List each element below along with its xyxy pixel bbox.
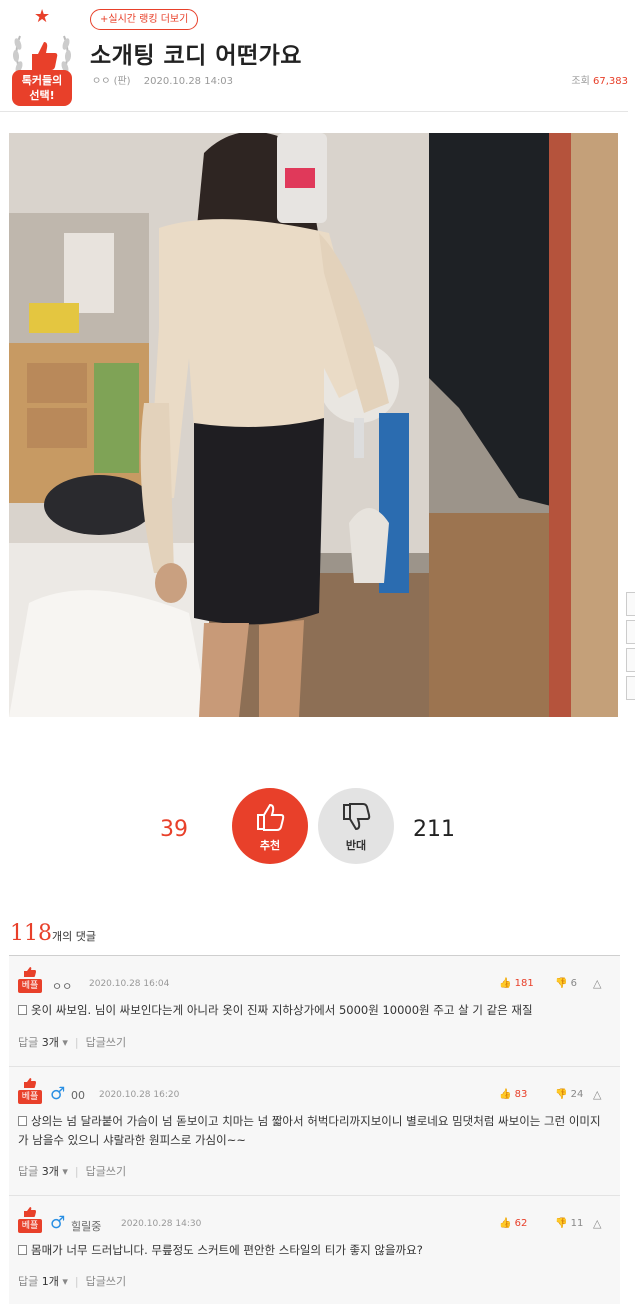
comment-item: 베플 ㅇㅇ 2020.10.28 16:04 👍 181 👎 6 △ 옷이 싸보…	[9, 956, 620, 1067]
best-tag: 베플	[18, 1090, 42, 1104]
comment-upvote[interactable]: 👍 181	[499, 978, 534, 989]
write-reply-link[interactable]: 답글쓰기	[86, 1036, 126, 1049]
comment-downvote[interactable]: 👎 6	[555, 978, 577, 989]
toker-choice-badge: ★ 톡커들의 선택!	[6, 8, 78, 108]
write-reply-link[interactable]: 답글쓰기	[86, 1165, 126, 1178]
post-author[interactable]: ㅇㅇ (판)	[92, 76, 131, 87]
side-button[interactable]	[626, 648, 635, 672]
reply-toggle[interactable]: 답글 3개 ▾	[18, 1036, 68, 1049]
comment-item: 베플 ♂ 00 2020.10.28 16:20 👍 83 👎 24 △ 상의는…	[9, 1067, 620, 1196]
vote-up-label: 추천	[259, 839, 281, 852]
vote-up-count: 39	[160, 817, 188, 842]
comment-footer: 답글 3개 ▾ | 답글쓰기	[18, 1034, 126, 1050]
vote-down-button[interactable]: 반대	[318, 788, 394, 864]
comment-upvote[interactable]: 👍 62	[499, 1218, 527, 1229]
side-button[interactable]	[626, 592, 635, 616]
comment-body: 몸매가 너무 드러납니다. 무릎정도 스커트에 편안한 스타일의 티가 좋지 않…	[31, 1243, 423, 1257]
side-scroll-widget[interactable]	[626, 592, 635, 732]
comment-downvote[interactable]: 👎 11	[555, 1218, 583, 1229]
comment-downvote-count: 6	[570, 978, 578, 989]
comment-upvote[interactable]: 👍 83	[499, 1089, 527, 1100]
vote-section: 39 추천 반대 211	[0, 785, 635, 875]
comment-text: 몸매가 너무 드러납니다. 무릎정도 스커트에 편안한 스타일의 티가 좋지 않…	[18, 1241, 603, 1260]
comment-item: 베플 ♂ 힐릴중 2020.10.28 14:30 👍 62 👎 11 △ 몸매…	[9, 1196, 620, 1304]
mirror-selfie-image	[9, 133, 618, 717]
comment-text: 상의는 넘 달라붙어 가슴이 넘 돋보이고 치마는 넘 짧아서 허벅다리까지보이…	[18, 1112, 603, 1150]
badge-label-line2: 선택!	[29, 89, 55, 102]
thumbs-up-icon	[24, 1078, 36, 1088]
views-number: 67,383	[593, 76, 628, 87]
chevron-down-icon: ▾	[62, 1036, 68, 1049]
side-button[interactable]	[626, 676, 635, 700]
best-comment-badge: 베플	[18, 1206, 42, 1234]
male-icon: ♂	[50, 1213, 66, 1233]
vote-down-count: 211	[413, 817, 455, 842]
reply-count: 3개	[41, 1165, 59, 1178]
comment-downvote[interactable]: 👎 24	[555, 1089, 583, 1100]
comment-author[interactable]: 00	[71, 1089, 85, 1102]
comment-body: 상의는 넘 달라붙어 가슴이 넘 돋보이고 치마는 넘 짧아서 허벅다리까지보이…	[18, 1114, 601, 1147]
post-date: 2020.10.28 14:03	[143, 76, 234, 87]
document-icon	[18, 1116, 27, 1126]
side-button[interactable]	[626, 620, 635, 644]
best-tag: 베플	[18, 1219, 42, 1233]
comment-downvote-count: 24	[570, 1089, 584, 1100]
comment-author[interactable]: ㅇㅇ	[52, 978, 72, 994]
footer-separator: |	[74, 1036, 79, 1049]
thumbs-up-icon	[24, 1207, 36, 1217]
reply-label: 답글	[18, 1036, 39, 1049]
best-comment-badge: 베플	[18, 1077, 42, 1105]
best-comment-badge: 베플	[18, 966, 42, 994]
comment-date: 2020.10.28 16:20	[99, 1090, 180, 1100]
views-label: 조회	[571, 76, 590, 87]
document-icon	[18, 1245, 27, 1255]
male-icon: ♂	[50, 1084, 66, 1104]
reply-toggle[interactable]: 답글 3개 ▾	[18, 1165, 68, 1178]
reply-label: 답글	[18, 1165, 39, 1178]
comment-author[interactable]: 힐릴중	[71, 1218, 101, 1234]
vote-up-button[interactable]: 추천	[232, 788, 308, 864]
comment-count-suffix: 개의 댓글	[52, 930, 96, 943]
reply-count: 3개	[41, 1036, 59, 1049]
comment-upvote-count: 181	[514, 978, 534, 989]
siren-icon[interactable]: △	[593, 1217, 601, 1230]
write-reply-link[interactable]: 답글쓰기	[86, 1275, 126, 1288]
comment-downvote-count: 11	[570, 1218, 584, 1229]
comment-body: 옷이 싸보임. 님이 싸보인다는게 아니라 옷이 진짜 지하상가에서 5000원…	[31, 1003, 533, 1017]
page-title: 소개팅 코디 어떤가요	[90, 43, 302, 69]
best-tag: 베플	[18, 979, 42, 993]
badge-label: 톡커들의 선택!	[12, 70, 72, 106]
comment-count: 118	[10, 921, 52, 946]
comment-upvote-count: 62	[514, 1218, 528, 1229]
vote-down-label: 반대	[345, 839, 367, 852]
thumbs-up-icon	[24, 967, 36, 977]
document-icon	[18, 1005, 27, 1015]
comment-text: 옷이 싸보임. 님이 싸보인다는게 아니라 옷이 진짜 지하상가에서 5000원…	[18, 1001, 603, 1020]
footer-separator: |	[74, 1165, 79, 1178]
comment-date: 2020.10.28 16:04	[89, 979, 170, 989]
footer-separator: |	[74, 1275, 79, 1288]
comment-upvote-count: 83	[514, 1089, 528, 1100]
post-header: ★ 톡커들의 선택! +실시간 랭킹 더보기 소개팅 코디 어떤가요 ㅇㅇ (판…	[0, 0, 628, 112]
comment-date: 2020.10.28 14:30	[121, 1219, 202, 1229]
thumbs-up-icon	[257, 803, 285, 831]
chevron-down-icon: ▾	[62, 1275, 68, 1288]
view-count: 조회 67,383	[571, 72, 628, 87]
post-meta: ㅇㅇ (판) 2020.10.28 14:03	[92, 72, 243, 87]
comment-footer: 답글 3개 ▾ | 답글쓰기	[18, 1163, 126, 1179]
siren-icon[interactable]: △	[593, 1088, 601, 1101]
siren-icon[interactable]: △	[593, 977, 601, 990]
reply-toggle[interactable]: 답글 1개 ▾	[18, 1275, 68, 1288]
post-photo	[9, 133, 618, 717]
reply-count: 1개	[41, 1275, 59, 1288]
badge-label-line1: 톡커들의	[21, 74, 63, 87]
chevron-down-icon: ▾	[62, 1165, 68, 1178]
realtime-ranking-link[interactable]: +실시간 랭킹 더보기	[90, 9, 199, 30]
comment-footer: 답글 1개 ▾ | 답글쓰기	[18, 1273, 126, 1289]
comments-header: 118개의 댓글	[10, 921, 96, 946]
thumbs-down-icon	[343, 803, 371, 831]
reply-label: 답글	[18, 1275, 39, 1288]
